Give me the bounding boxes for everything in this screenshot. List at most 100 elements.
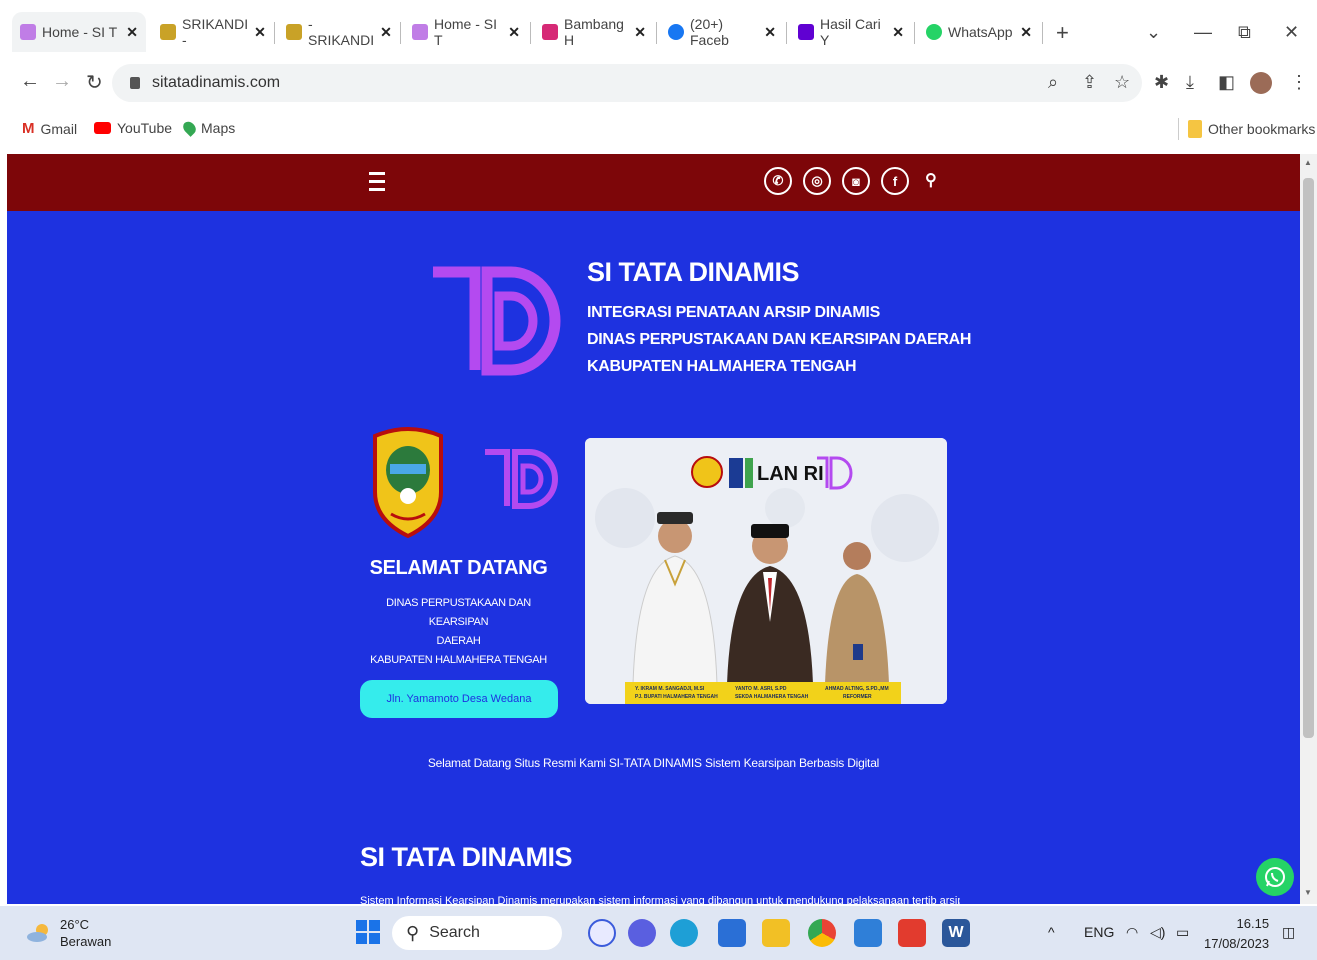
bookmarks-divider	[1178, 118, 1179, 140]
edge-browser-icon[interactable]	[670, 919, 698, 947]
profile-avatar[interactable]	[1250, 72, 1272, 94]
battery-icon[interactable]: ▭	[1176, 924, 1189, 941]
forward-arrow-icon[interactable]: →	[52, 70, 72, 93]
bookmark-youtube[interactable]: YouTube	[94, 120, 172, 136]
file-explorer-icon[interactable]	[762, 919, 790, 947]
mail-icon[interactable]	[718, 919, 746, 947]
photos-icon[interactable]	[854, 919, 882, 947]
tab-separator	[656, 22, 657, 44]
tab-instagram[interactable]: Bambang H ✕	[534, 12, 654, 52]
tab-search-chevron-icon[interactable]: ⌄	[1146, 22, 1161, 43]
tab-label: - SRIKANDI	[308, 16, 375, 48]
bookmark-star-icon[interactable]: ☆	[1114, 72, 1130, 93]
tab-facebook[interactable]: (20+) Faceb ✕	[660, 12, 784, 52]
hero-line: KABUPATEN HALMAHERA TENGAH	[587, 358, 857, 375]
crest-mini-icon	[691, 456, 723, 488]
weather-text: Berawan	[60, 934, 112, 949]
site-navbar: ✆ ◎ ◙ f ⚲	[7, 154, 1300, 211]
tab-home-si-tata-2[interactable]: Home - SI T ✕	[404, 12, 528, 52]
browser-chrome: Home - SI T ✕ SRIKANDI - ✕ - SRIKANDI ✕ …	[0, 0, 1317, 150]
cloudy-weather-icon	[27, 924, 48, 942]
tab-srikandi-2[interactable]: - SRIKANDI ✕	[278, 12, 398, 52]
whatsapp-favicon-icon	[926, 24, 942, 40]
bookmark-gmail[interactable]: M Gmail	[22, 120, 77, 137]
facebook-icon[interactable]: f	[881, 167, 909, 195]
lan-ri-label: LAN RI	[757, 463, 824, 485]
back-arrow-icon[interactable]: ←	[20, 70, 40, 93]
si-tata-small-logo	[485, 449, 558, 509]
close-tab-icon[interactable]: ✕	[1020, 24, 1032, 41]
tab-home-si-tata-1[interactable]: Home - SI T ✕	[12, 12, 146, 52]
facebook-favicon-icon	[668, 24, 684, 40]
tab-srikandi-1[interactable]: SRIKANDI - ✕	[152, 12, 272, 52]
tab-separator	[530, 22, 531, 44]
address-bar[interactable]: sitatadinamis.com	[112, 64, 1142, 102]
bookmark-label: Maps	[201, 120, 236, 136]
search-icon[interactable]: ⚲	[925, 170, 937, 190]
tab-yahoo[interactable]: Hasil Cari Y ✕	[790, 12, 912, 52]
tab-strip: Home - SI T ✕ SRIKANDI - ✕ - SRIKANDI ✕ …	[0, 8, 1317, 56]
welcome-title: SELAMAT DATANG	[369, 557, 548, 579]
whatsapp-float-button[interactable]	[1256, 858, 1294, 896]
restore-window-button[interactable]: ⧉	[1238, 22, 1251, 43]
instagram-icon[interactable]: ◙	[842, 167, 870, 195]
tab-label: Bambang H	[564, 16, 624, 48]
tab-whatsapp[interactable]: WhatsApp ✕	[918, 12, 1040, 52]
address-row: ← → ↻ sitatadinamis.com ⌕ ⇪ ☆ ✱ ⤓ ◧ ⋮	[0, 60, 1317, 106]
close-tab-icon[interactable]: ✕	[764, 24, 776, 41]
bing-app-icon[interactable]	[588, 919, 616, 947]
hamburger-menu-icon[interactable]	[369, 172, 385, 192]
close-window-button[interactable]: ✕	[1284, 22, 1299, 43]
extensions-puzzle-icon[interactable]: ✱	[1154, 72, 1169, 93]
tab-separator	[400, 22, 401, 44]
phone-icon[interactable]: ✆	[764, 167, 792, 195]
zoom-icon[interactable]: ⌕	[1048, 72, 1058, 93]
banner-caption: PJ. BUPATI HALMAHERA TENGAH	[635, 694, 718, 700]
si-tata-favicon-icon	[20, 24, 36, 40]
close-tab-icon[interactable]: ✕	[634, 24, 646, 41]
minimize-window-button[interactable]: —	[1194, 22, 1212, 43]
instagram-favicon-icon	[542, 24, 558, 40]
address-button[interactable]: Jln. Yamamoto Desa Wedana	[360, 680, 558, 718]
meet-chat-icon[interactable]	[628, 919, 656, 947]
speaker-icon[interactable]: ◁)	[1150, 924, 1165, 941]
tab-label: (20+) Faceb	[690, 16, 729, 48]
close-tab-icon[interactable]: ✕	[380, 24, 392, 41]
reload-icon[interactable]: ↻	[86, 70, 103, 95]
close-tab-icon[interactable]: ✕	[126, 24, 138, 41]
scroll-down-arrow-icon[interactable]: ▼	[1304, 888, 1312, 897]
wifi-icon[interactable]: ◠	[1126, 924, 1138, 941]
chrome-icon[interactable]	[808, 919, 836, 947]
language-indicator[interactable]: ENG	[1084, 924, 1114, 940]
whatsapp-icon[interactable]: ◎	[803, 167, 831, 195]
welcome-line: KABUPATEN HALMAHERA TENGAH	[370, 654, 547, 666]
taskbar-search-box[interactable]: ⚲ Search	[392, 916, 562, 950]
download-icon[interactable]: ⤓	[1186, 72, 1194, 93]
new-tab-button[interactable]: +	[1056, 20, 1069, 46]
weather-widget[interactable]: 26°C Berawan	[26, 916, 111, 950]
close-tab-icon[interactable]: ✕	[892, 24, 904, 41]
bookmark-maps[interactable]: Maps	[180, 119, 236, 137]
hero-subtitle: INTEGRASI PENATAAN ARSIP DINAMIS DINAS P…	[587, 299, 971, 380]
system-clock[interactable]: 16.15 17/08/2023	[1204, 914, 1269, 954]
show-hidden-icons-chevron-icon[interactable]: ^	[1048, 924, 1055, 940]
close-tab-icon[interactable]: ✕	[254, 24, 266, 41]
scroll-up-arrow-icon[interactable]: ▲	[1304, 158, 1312, 167]
windows-start-icon[interactable]	[356, 920, 380, 944]
close-tab-icon[interactable]: ✕	[508, 24, 520, 41]
side-panel-icon[interactable]: ◧	[1218, 72, 1235, 93]
section-title: SI TATA DINAMIS	[360, 842, 572, 872]
word-icon[interactable]: W	[942, 919, 970, 947]
regency-crest-logo	[373, 427, 443, 538]
search-icon: ⚲	[406, 922, 420, 943]
page-scrollbar[interactable]: ▲ ▼	[1300, 154, 1317, 904]
other-bookmarks[interactable]: Other bookmarks	[1188, 120, 1315, 138]
scrollbar-thumb[interactable]	[1303, 178, 1314, 738]
srikandi-favicon-icon	[286, 24, 302, 40]
hero-line: INTEGRASI PENATAAN ARSIP DINAMIS	[587, 304, 880, 321]
menu-kebab-icon[interactable]: ⋮	[1290, 72, 1308, 93]
notification-bell-icon[interactable]: ◫	[1282, 924, 1295, 941]
share-icon[interactable]: ⇪	[1082, 72, 1097, 93]
acrobat-icon[interactable]	[898, 919, 926, 947]
tab-separator	[1042, 22, 1043, 44]
